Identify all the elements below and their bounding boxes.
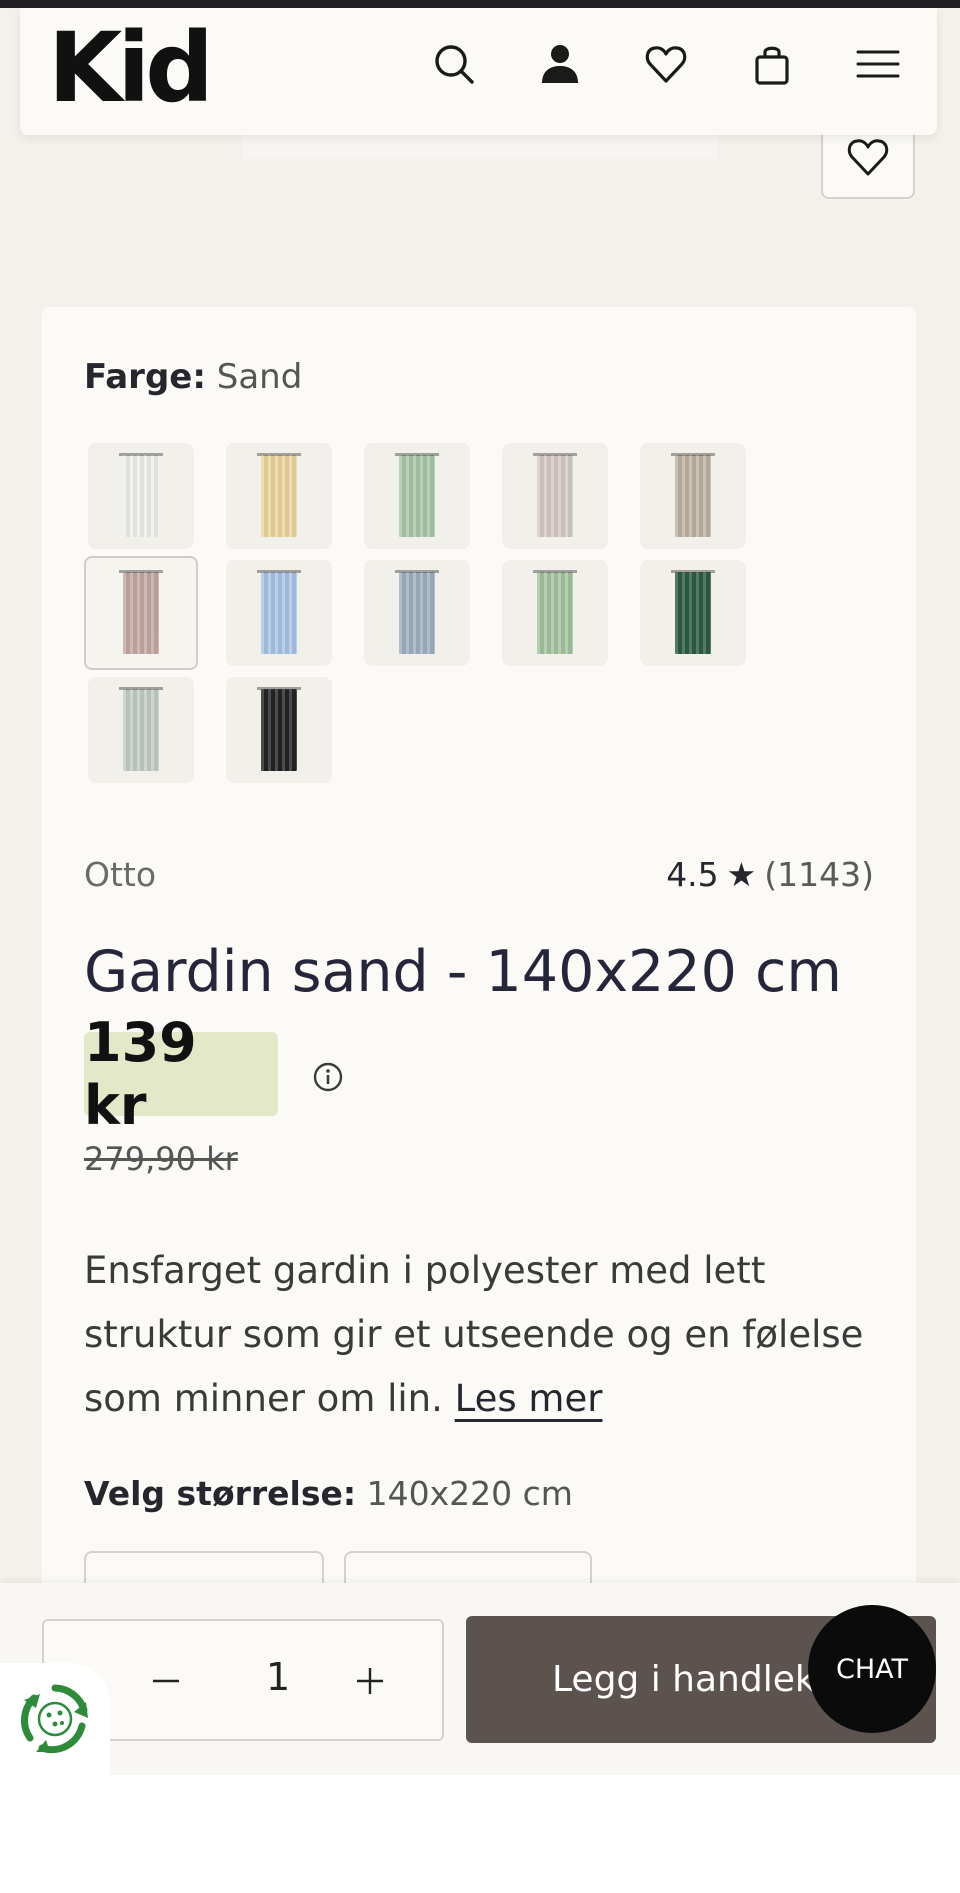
menu-icon[interactable] <box>852 38 904 90</box>
curtain-thumbnail <box>257 570 301 654</box>
color-label: Farge: Sand <box>84 357 302 397</box>
curtain-thumbnail <box>533 570 577 654</box>
curtain-thumbnail <box>119 453 163 537</box>
decrease-quantity-button[interactable] <box>144 1659 188 1703</box>
curtain-thumbnail <box>395 570 439 654</box>
curtain-thumbnail <box>671 453 715 537</box>
color-swatch[interactable] <box>640 443 746 549</box>
recycle-icon <box>21 1684 88 1754</box>
product-description: Ensfarget gardin i polyester med lett st… <box>84 1239 884 1431</box>
product-title: Gardin sand - 140x220 cm <box>84 939 842 1005</box>
size-label: Velg størrelse: 140x220 cm <box>84 1474 573 1513</box>
color-swatch[interactable] <box>88 443 194 549</box>
color-swatch[interactable] <box>84 556 198 670</box>
color-swatch[interactable] <box>226 677 332 783</box>
page-bottom-area <box>0 1775 960 1893</box>
color-swatch[interactable] <box>640 560 746 666</box>
product-price: 139 kr <box>84 1011 278 1137</box>
curtain-thumbnail <box>119 687 163 771</box>
site-logo[interactable]: Kid <box>48 12 214 124</box>
product-brand[interactable]: Otto <box>84 855 156 894</box>
rating-count: (1143) <box>764 855 874 894</box>
product-image-edge <box>242 135 718 159</box>
curtain-thumbnail <box>395 453 439 537</box>
color-label-key: Farge: <box>84 357 206 397</box>
curtain-thumbnail <box>257 453 301 537</box>
chat-button[interactable]: CHAT <box>808 1605 936 1733</box>
curtain-thumbnail <box>533 453 577 537</box>
original-price: 279,90 kr <box>84 1140 238 1178</box>
top-edge-line <box>0 0 960 8</box>
color-swatch[interactable] <box>364 443 470 549</box>
site-header: Kid <box>20 8 937 135</box>
color-swatch[interactable] <box>88 677 194 783</box>
product-info-card: Farge: Sand Otto 4.5 ★ (1143) Gardin san… <box>42 307 916 1631</box>
curtain-thumbnail <box>257 687 301 771</box>
account-icon[interactable] <box>534 38 586 90</box>
color-label-value: Sand <box>216 357 303 397</box>
minus-icon <box>153 1679 179 1683</box>
color-swatch[interactable] <box>502 560 608 666</box>
info-icon[interactable] <box>312 1061 344 1093</box>
curtain-thumbnail <box>119 570 163 654</box>
eco-badge[interactable] <box>0 1663 110 1775</box>
heart-icon <box>847 139 889 176</box>
color-swatch[interactable] <box>364 560 470 666</box>
color-swatch[interactable] <box>226 560 332 666</box>
quantity-value[interactable]: 1 <box>266 1655 290 1699</box>
wishlist-icon[interactable] <box>640 38 692 90</box>
increase-quantity-button[interactable] <box>348 1659 392 1703</box>
search-icon[interactable] <box>428 38 480 90</box>
product-rating[interactable]: 4.5 ★ (1143) <box>666 855 874 894</box>
color-swatch[interactable] <box>502 443 608 549</box>
star-icon: ★ <box>726 855 757 894</box>
read-more-link[interactable]: Les mer <box>455 1377 603 1420</box>
size-label-value: 140x220 cm <box>366 1474 573 1513</box>
size-label-key: Velg størrelse: <box>84 1474 357 1513</box>
color-swatch[interactable] <box>226 443 332 549</box>
plus-icon <box>357 1668 383 1694</box>
rating-value: 4.5 <box>666 855 719 894</box>
curtain-thumbnail <box>671 570 715 654</box>
cart-icon[interactable] <box>746 38 798 90</box>
